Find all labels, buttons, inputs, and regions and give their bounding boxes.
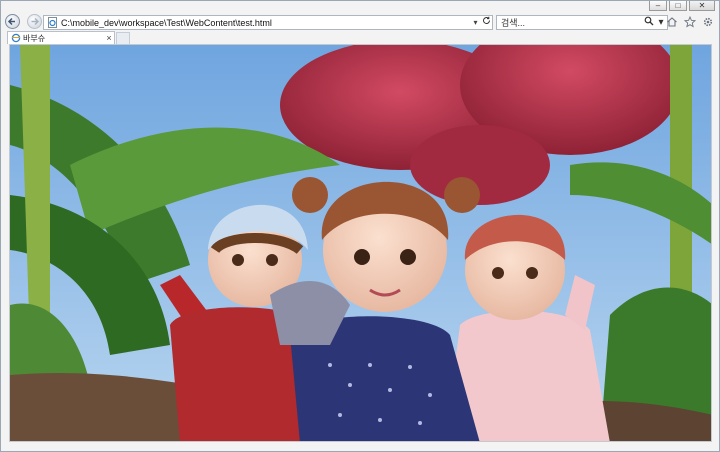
page-content	[9, 44, 712, 442]
address-text[interactable]: C:\mobile_dev\workspace\Test\WebContent\…	[61, 18, 470, 28]
refresh-icon[interactable]	[481, 16, 492, 29]
tab-strip: 바부슈 ×	[1, 31, 720, 44]
forward-button[interactable]	[27, 14, 42, 29]
back-arrow-icon	[7, 17, 15, 26]
new-tab-button[interactable]	[116, 32, 130, 44]
gear-icon[interactable]	[701, 14, 715, 29]
ie-page-icon	[46, 17, 58, 29]
chevron-down-icon[interactable]: ▾	[470, 16, 481, 29]
search-input[interactable]: 검색...	[497, 16, 643, 29]
window-caption-buttons: – □ ✕	[649, 1, 715, 13]
navigation-bar: C:\mobile_dev\workspace\Test\WebContent\…	[1, 13, 720, 31]
search-icon[interactable]	[643, 16, 655, 30]
back-button[interactable]	[5, 14, 20, 29]
home-icon[interactable]	[665, 14, 679, 29]
browser-window: – □ ✕ C:\mobile_dev\workspace\Test\WebCo…	[0, 0, 720, 452]
minimize-button[interactable]: –	[649, 1, 667, 11]
maximize-button[interactable]: □	[669, 1, 687, 11]
tab-title: 바부슈	[23, 33, 46, 43]
close-tab-icon[interactable]: ×	[104, 33, 114, 44]
address-bar[interactable]: C:\mobile_dev\workspace\Test\WebContent\…	[43, 15, 493, 30]
tab-active[interactable]: 바부슈 ×	[7, 31, 115, 44]
star-icon[interactable]	[683, 14, 697, 29]
content-image	[10, 45, 711, 441]
ie-page-icon	[11, 33, 21, 43]
forward-arrow-icon	[31, 17, 40, 26]
toolbar-icons	[665, 14, 715, 29]
close-window-button[interactable]: ✕	[689, 1, 715, 11]
search-box[interactable]: 검색... ▾	[496, 15, 668, 30]
